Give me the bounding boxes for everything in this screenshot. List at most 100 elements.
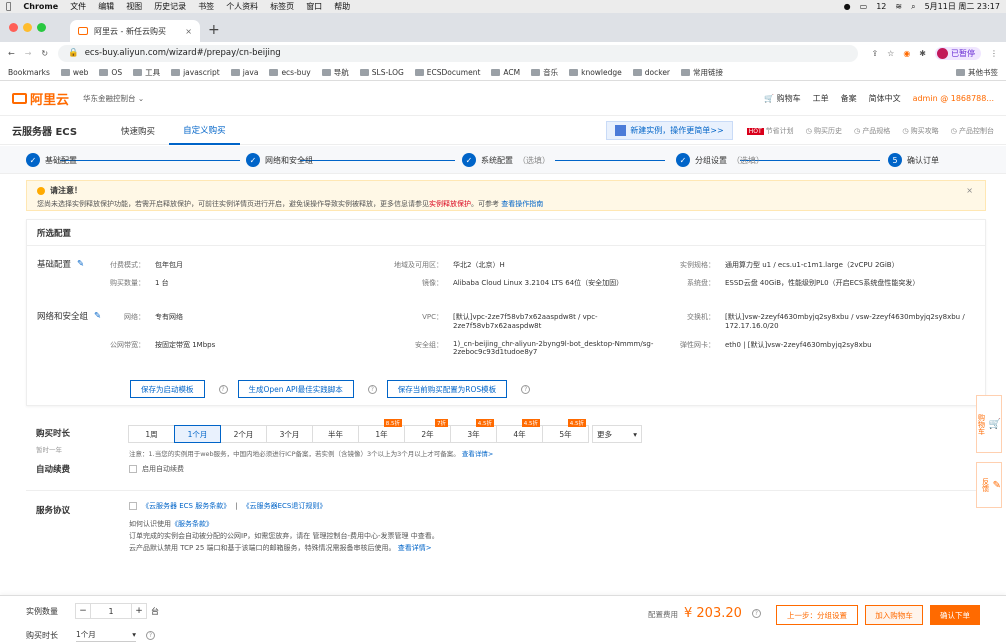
bookmark-folder[interactable]: web bbox=[61, 68, 89, 77]
close-tab-icon[interactable]: × bbox=[185, 27, 192, 36]
floating-feedback[interactable]: ✎ 反馈 bbox=[976, 462, 1002, 508]
bookmark-folder[interactable]: OS bbox=[99, 68, 122, 77]
menu-item[interactable]: 个人资料 bbox=[226, 1, 258, 12]
bookmark-folder[interactable]: knowledge bbox=[569, 68, 622, 77]
openapi-script-button[interactable]: 生成Open API最佳实践脚本 bbox=[237, 380, 354, 398]
zoom-window-icon[interactable] bbox=[37, 23, 46, 32]
menu-item[interactable]: 窗口 bbox=[306, 1, 322, 12]
ticket-link[interactable]: 工单 bbox=[813, 93, 829, 104]
link-saving-plan[interactable]: HOT 节省计划 bbox=[746, 126, 794, 136]
share-icon[interactable]: ⇪ bbox=[871, 49, 878, 58]
bookmark-folder[interactable]: 导航 bbox=[322, 67, 349, 78]
menu-item[interactable]: 书签 bbox=[198, 1, 214, 12]
duration-option[interactable]: 1年 8.5折 bbox=[358, 419, 405, 443]
bookmark-folder[interactable]: 工具 bbox=[133, 67, 160, 78]
confirm-order-button[interactable]: 确认下单 bbox=[930, 605, 980, 625]
extension-icon[interactable]: ◉ bbox=[903, 49, 910, 58]
back-icon[interactable]: ← bbox=[8, 49, 15, 58]
duration-option[interactable]: 4年 4.5折 bbox=[496, 419, 543, 443]
bookmark-folder[interactable]: java bbox=[231, 68, 259, 77]
bookmark-folder[interactable]: SLS-LOG bbox=[360, 68, 404, 77]
help-icon[interactable]: ? bbox=[367, 384, 377, 394]
refund-rules-link[interactable]: 《云服务器ECS退订规则》 bbox=[243, 501, 327, 511]
other-bookmarks[interactable]: 其他书签 bbox=[956, 67, 998, 78]
edit-icon[interactable]: ✎ bbox=[77, 259, 84, 269]
help-icon[interactable]: ? bbox=[521, 384, 531, 394]
close-window-icon[interactable] bbox=[9, 23, 18, 32]
agreement-link[interactable]: 查看详情> bbox=[398, 544, 432, 552]
terms-link[interactable]: 《云服务器 ECS 服务条款》 bbox=[142, 501, 230, 511]
lang-select[interactable]: 简体中文 bbox=[869, 93, 901, 104]
mic-icon[interactable]: ● bbox=[844, 2, 851, 11]
search-icon[interactable]: ⌕ bbox=[911, 2, 915, 12]
quantity-input[interactable]: 1 bbox=[90, 603, 132, 619]
bookmark-star-icon[interactable]: ☆ bbox=[887, 49, 894, 58]
duration-option[interactable]: 2个月 bbox=[220, 425, 267, 443]
duration-option[interactable]: 3年 4.5折 bbox=[450, 419, 497, 443]
link-guide[interactable]: ◷ 购买攻略 bbox=[902, 126, 938, 136]
prev-step-button[interactable]: 上一步：分组设置 bbox=[776, 605, 858, 625]
bookmark-folder[interactable]: ecs-buy bbox=[269, 68, 310, 77]
note-link[interactable]: 查看详情> bbox=[462, 450, 493, 458]
bookmark-folder[interactable]: ACM bbox=[491, 68, 520, 77]
autorenew-checkbox[interactable]: 启用自动续费 bbox=[129, 464, 184, 474]
help-icon[interactable]: ? bbox=[146, 631, 155, 640]
cart-link[interactable]: 🛒 购物车 bbox=[764, 93, 801, 104]
step-confirm[interactable]: 5 确认订单 bbox=[888, 153, 939, 167]
minus-button[interactable]: − bbox=[75, 603, 91, 619]
duration-option[interactable]: 2年 7折 bbox=[404, 419, 451, 443]
puzzle-icon[interactable]: ✱ bbox=[919, 49, 926, 58]
wifi-icon[interactable]: ≋ bbox=[895, 2, 902, 11]
step-basic[interactable]: ✓ 基础配置 bbox=[26, 153, 77, 167]
menu-item[interactable]: 视图 bbox=[126, 1, 142, 12]
aliyun-logo[interactable]: 阿里云 bbox=[12, 89, 69, 108]
reload-icon[interactable]: ↻ bbox=[41, 49, 48, 58]
notice-link[interactable]: 查看操作指南 bbox=[501, 200, 543, 208]
browser-tab[interactable]: 阿里云 - 新任云购买 × bbox=[70, 20, 200, 42]
bookmark-item[interactable]: Bookmarks bbox=[8, 68, 50, 77]
step-group[interactable]: ✓ 分组设置 （选填） bbox=[676, 153, 764, 167]
add-to-cart-button[interactable]: 加入购物车 bbox=[865, 605, 923, 625]
apple-icon[interactable]:  bbox=[6, 2, 11, 12]
plus-button[interactable]: + bbox=[131, 603, 147, 619]
bookmark-folder[interactable]: ECSDocument bbox=[415, 68, 481, 77]
minimize-window-icon[interactable] bbox=[23, 23, 32, 32]
url-bar[interactable]: 🔒 ecs-buy.aliyun.com/wizard#/prepay/cn-b… bbox=[58, 44, 859, 62]
forward-icon[interactable]: → bbox=[25, 49, 32, 58]
agreement-checkbox[interactable]: 《云服务器 ECS 服务条款》 | 《云服务器ECS退订规则》 bbox=[129, 501, 326, 511]
account-menu[interactable]: admin @ 1868788... bbox=[913, 94, 994, 103]
clock[interactable]: 5月11日 周二 23:17 bbox=[925, 1, 1000, 12]
help-icon[interactable]: ? bbox=[218, 384, 228, 394]
link-spec[interactable]: ◷ 产品规格 bbox=[854, 126, 890, 136]
link-console[interactable]: ◷ 产品控制台 bbox=[951, 126, 994, 136]
close-icon[interactable]: × bbox=[966, 186, 973, 195]
workspace-select[interactable]: 华东金融控制台 ⌄ bbox=[83, 93, 144, 104]
battery-icon[interactable]: ▭ bbox=[860, 2, 868, 11]
bookmark-folder[interactable]: docker bbox=[633, 68, 670, 77]
duration-option[interactable]: 1周 bbox=[128, 425, 175, 443]
bookmark-folder[interactable]: 音乐 bbox=[531, 67, 558, 78]
more-duration-select[interactable]: 更多 ▾ bbox=[592, 425, 642, 443]
duration-option-selected[interactable]: 1个月 bbox=[174, 425, 221, 443]
menu-item[interactable]: 标签页 bbox=[270, 1, 294, 12]
duration-option[interactable]: 半年 bbox=[312, 425, 359, 443]
duration-option[interactable]: 3个月 bbox=[266, 425, 313, 443]
link-history[interactable]: ◷ 购买历史 bbox=[806, 126, 842, 136]
save-launch-template-button[interactable]: 保存为启动模板 bbox=[130, 380, 205, 398]
ros-template-button[interactable]: 保存当前购买配置为ROS模板 bbox=[386, 380, 508, 398]
tab-quick-buy[interactable]: 快速购买 bbox=[107, 117, 169, 145]
menu-item[interactable]: 文件 bbox=[70, 1, 86, 12]
floating-cart[interactable]: 🛒 购物车 bbox=[976, 395, 1002, 453]
step-network[interactable]: ✓ 网络和安全组 bbox=[246, 153, 313, 167]
step-system[interactable]: ✓ 系统配置 （选填） bbox=[462, 153, 550, 167]
menu-item[interactable]: 编辑 bbox=[98, 1, 114, 12]
duration-option[interactable]: 5年 4.5折 bbox=[542, 419, 589, 443]
bookmark-folder[interactable]: 常用链接 bbox=[681, 67, 723, 78]
record-link[interactable]: 备案 bbox=[841, 93, 857, 104]
tab-custom-buy[interactable]: 自定义购买 bbox=[169, 117, 240, 145]
new-tab-icon[interactable]: + bbox=[200, 22, 228, 42]
bookmark-folder[interactable]: javascript bbox=[171, 68, 220, 77]
menu-app[interactable]: Chrome bbox=[23, 2, 58, 11]
agreement-link[interactable]: 《服务条款》 bbox=[171, 520, 213, 528]
promo-banner[interactable]: 新建实例，操作更简单>> bbox=[606, 121, 733, 140]
